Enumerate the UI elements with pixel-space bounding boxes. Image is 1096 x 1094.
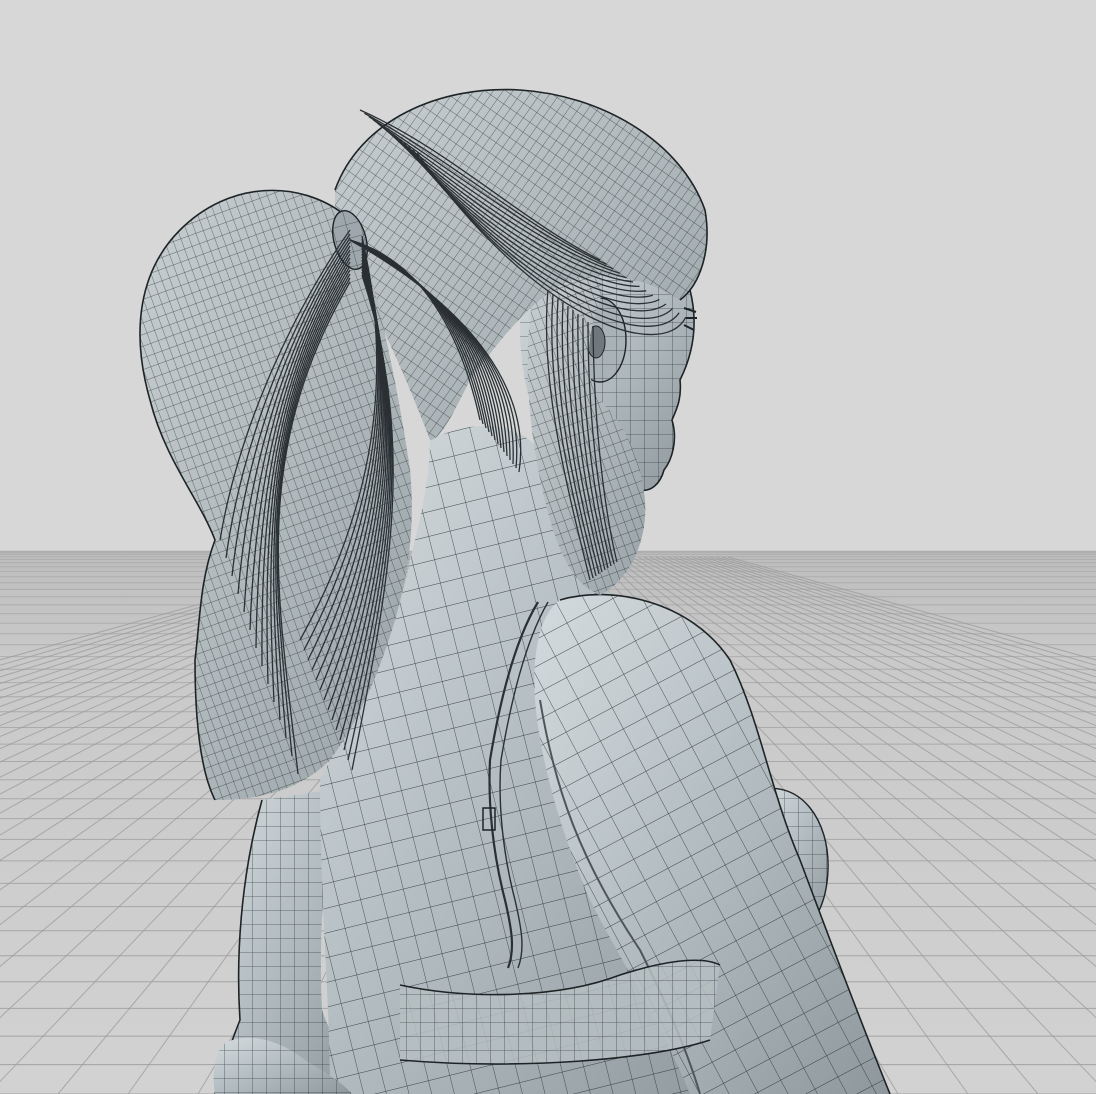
viewport-scene[interactable]: [0, 0, 1096, 1094]
3d-viewport[interactable]: [0, 0, 1096, 1094]
